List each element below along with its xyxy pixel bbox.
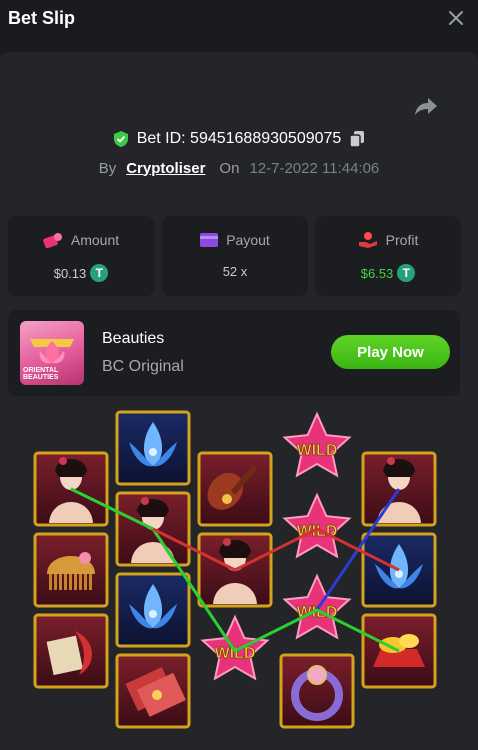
scroll-box-symbol [33, 613, 109, 689]
share-icon[interactable] [414, 96, 438, 116]
ring-symbol [279, 653, 355, 729]
hand-coin-icon [358, 232, 377, 248]
wild-symbol: WILD [282, 492, 352, 559]
profit-label: Profit [385, 232, 419, 248]
wallet-icon [43, 233, 62, 248]
shield-check-icon [113, 131, 128, 147]
wild-label: WILD [215, 645, 256, 662]
amount-value: $0.13 [53, 265, 87, 281]
payout-value: 52 x [222, 264, 248, 279]
slot-reels: WILD WILD WILD WILD [33, 410, 437, 729]
card-icon [200, 233, 219, 247]
profit-value: $6.53 [360, 265, 394, 281]
game-card[interactable]: ORIENTAL BEAUTIES Beauties BC Original P… [8, 310, 460, 396]
game-thumbnail[interactable]: ORIENTAL BEAUTIES [20, 321, 84, 385]
amount-label: Amount [70, 232, 120, 248]
thumb-title-2: BEAUTIES [23, 374, 59, 381]
on-label: On [219, 159, 240, 177]
copy-icon[interactable] [349, 130, 365, 148]
play-now-button[interactable]: Play Now [331, 335, 450, 369]
wild-symbol: WILD [282, 573, 352, 640]
game-provider: BC Original [102, 358, 184, 375]
wild-symbol: WILD [200, 614, 270, 681]
bet-id-row: Bet ID: 59451688930509075 [0, 128, 478, 150]
tether-icon: T [90, 264, 109, 282]
wild-label: WILD [297, 442, 338, 459]
close-icon[interactable] [446, 8, 466, 28]
header: Bet Slip [0, 0, 478, 40]
bet-id: Bet ID: 59451688930509075 [136, 130, 342, 147]
page-title: Bet Slip [8, 8, 76, 28]
game-name: Beauties [102, 330, 165, 347]
payout-label: Payout [226, 232, 270, 248]
amount-card: Amount $0.13 T [8, 216, 154, 296]
by-label: By [98, 159, 117, 177]
pipa-symbol [197, 451, 273, 527]
user-link[interactable]: Cryptoliser [126, 160, 205, 177]
profit-card: Profit $6.53 T [315, 216, 461, 296]
envelope-symbol [115, 653, 191, 729]
thumb-title-1: ORIENTAL [23, 367, 59, 374]
lotus-symbol [115, 410, 191, 486]
tether-icon: T [397, 264, 416, 282]
bet-meta-row: By Cryptoliser On 12-7-2022 11:44:06 [0, 157, 478, 179]
payout-card: Payout 52 x [162, 216, 308, 296]
bet-datetime: 12-7-2022 11:44:06 [249, 159, 380, 177]
wild-symbol: WILD [282, 411, 352, 478]
lotus-symbol [115, 572, 191, 648]
comb-symbol [33, 532, 109, 608]
